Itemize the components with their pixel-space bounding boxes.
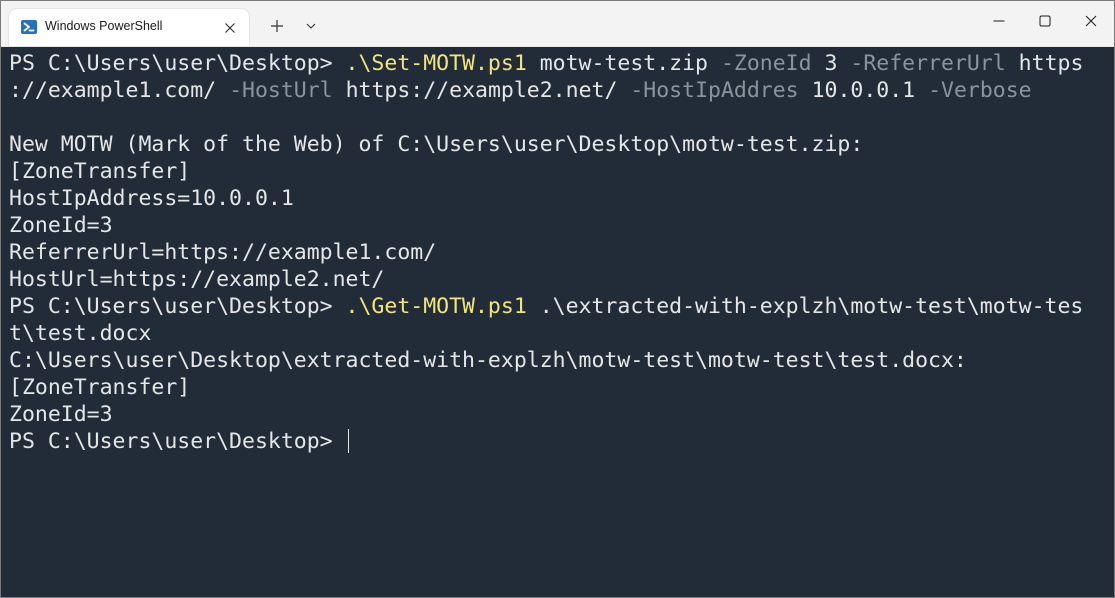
new-tab-button[interactable] bbox=[259, 9, 295, 43]
close-window-button[interactable] bbox=[1068, 1, 1114, 41]
maximize-button[interactable] bbox=[1022, 1, 1068, 41]
parameter-name: -Verbose bbox=[928, 78, 1032, 103]
command-line-2-wrap: t\test.docx bbox=[9, 321, 152, 346]
argument: ://example1.com/ bbox=[9, 78, 230, 103]
output-line: ReferrerUrl=https://example1.com/ bbox=[9, 240, 437, 265]
parameter-name: -ZoneId bbox=[720, 51, 812, 76]
output-line: [ZoneTransfer] bbox=[9, 159, 191, 184]
maximize-icon bbox=[1039, 15, 1051, 27]
command-name: .\Get-MOTW.ps1 bbox=[345, 294, 527, 319]
output-line: [ZoneTransfer] bbox=[9, 375, 191, 400]
command-line-2: PS C:\Users\user\Desktop> .\Get-MOTW.ps1… bbox=[9, 293, 1114, 320]
tab-close-button[interactable] bbox=[219, 17, 241, 39]
command-line-3: PS C:\Users\user\Desktop> bbox=[9, 428, 1114, 455]
output-line: New MOTW (Mark of the Web) of C:\Users\u… bbox=[9, 132, 864, 157]
argument: https bbox=[1005, 51, 1084, 76]
title-bar: Windows PowerShell bbox=[1, 1, 1114, 47]
minimize-icon bbox=[993, 20, 1005, 22]
parameter-name: -HostIpAddres bbox=[630, 78, 799, 103]
output-line: ZoneId=3 bbox=[9, 213, 113, 238]
argument: .\extracted-with-explzh\motw-test\motw-t… bbox=[526, 294, 1084, 319]
close-icon bbox=[1085, 15, 1097, 27]
parameter-name: -ReferrerUrl bbox=[850, 51, 1006, 76]
tab-title: Windows PowerShell bbox=[45, 19, 163, 33]
argument: 10.0.0.1 bbox=[798, 78, 929, 103]
command-line-1: PS C:\Users\user\Desktop> .\Set-MOTW.ps1… bbox=[9, 50, 1114, 77]
output-line: HostUrl=https://example2.net/ bbox=[9, 267, 385, 292]
output-line: HostIpAddress=10.0.0.1 bbox=[9, 186, 294, 211]
prompt: PS C:\Users\user\Desktop> bbox=[9, 51, 346, 76]
text-cursor bbox=[347, 429, 349, 453]
chevron-down-icon bbox=[306, 23, 316, 29]
prompt: PS C:\Users\user\Desktop> bbox=[9, 294, 346, 319]
argument: 3 bbox=[811, 51, 851, 76]
terminal-output[interactable]: PS C:\Users\user\Desktop> .\Set-MOTW.ps1… bbox=[1, 47, 1114, 597]
close-icon bbox=[225, 23, 235, 33]
tab-windows-powershell[interactable]: Windows PowerShell bbox=[9, 9, 249, 46]
parameter-name: -HostUrl bbox=[229, 78, 333, 103]
plus-icon bbox=[271, 20, 283, 32]
argument: motw-test.zip bbox=[526, 51, 721, 76]
command-name: .\Set-MOTW.ps1 bbox=[345, 51, 527, 76]
output-line: ZoneId=3 bbox=[9, 402, 113, 427]
prompt: PS C:\Users\user\Desktop> bbox=[9, 429, 346, 454]
command-line-1-wrap: ://example1.com/ -HostUrl https://exampl… bbox=[9, 77, 1114, 104]
argument: https://example2.net/ bbox=[332, 78, 631, 103]
output-line: C:\Users\user\Desktop\extracted-with-exp… bbox=[9, 348, 967, 373]
powershell-icon bbox=[21, 19, 37, 35]
terminal-window: Windows PowerShell PS C:\Users\user\Desk… bbox=[0, 0, 1115, 598]
tab-dropdown-button[interactable] bbox=[297, 9, 325, 43]
minimize-button[interactable] bbox=[976, 1, 1022, 41]
